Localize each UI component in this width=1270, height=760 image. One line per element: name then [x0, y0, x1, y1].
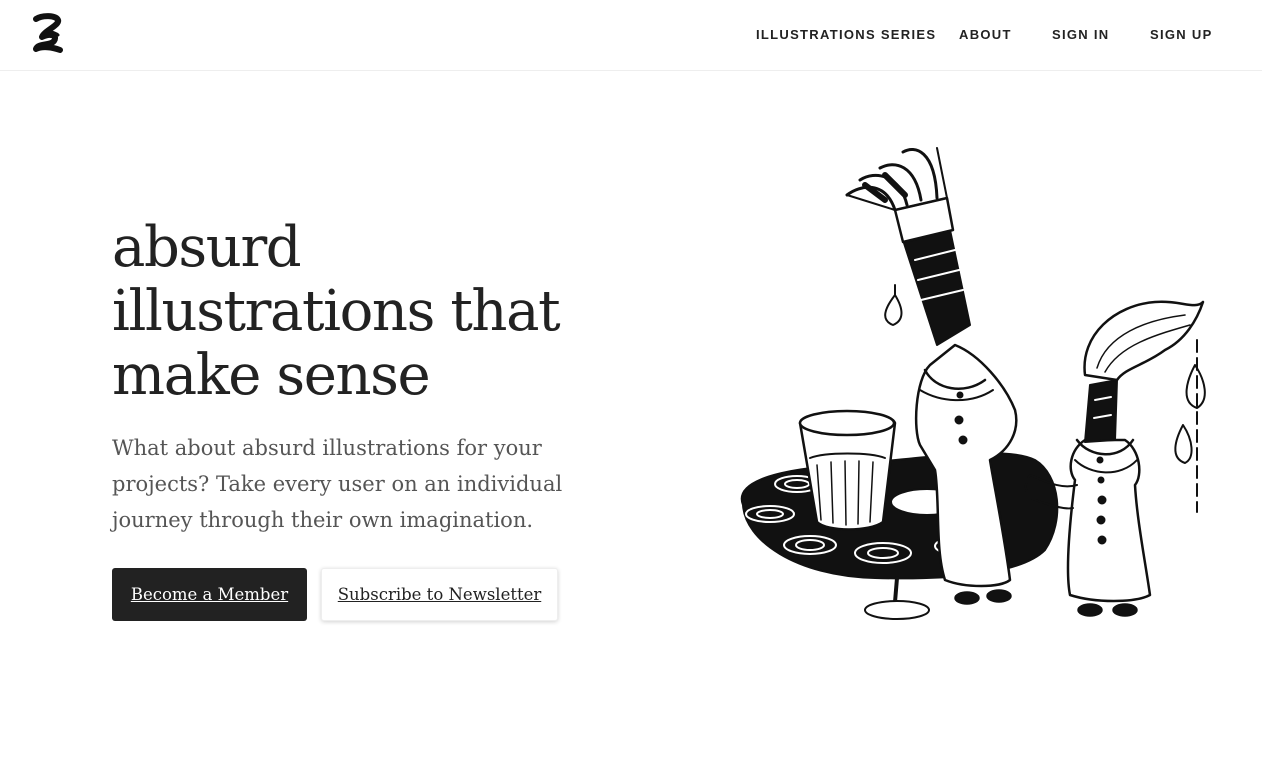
- hero-illustration: [725, 140, 1225, 630]
- hero-title-line-1: absurd: [112, 215, 302, 280]
- nav-sign-in[interactable]: SIGN IN: [1052, 27, 1110, 42]
- nav-sign-up[interactable]: SIGN UP: [1150, 27, 1213, 42]
- hero-title: absurd illustrations that make sense: [112, 216, 632, 408]
- become-member-button[interactable]: Become a Member: [112, 568, 307, 621]
- subscribe-newsletter-button[interactable]: Subscribe to Newsletter: [321, 568, 558, 621]
- hero-description: What about absurd illustrations for your…: [112, 436, 563, 532]
- hero-title-line-3: make sense: [112, 343, 431, 408]
- nav-about[interactable]: ABOUT: [959, 27, 1012, 42]
- logo-icon[interactable]: [30, 13, 66, 55]
- top-navigation-bar: ILLUSTRATIONS SERIES ABOUT SIGN IN SIGN …: [0, 0, 1262, 71]
- nav-illustrations-series[interactable]: ILLUSTRATIONS SERIES: [756, 27, 936, 42]
- hero-title-line-2: illustrations that: [112, 279, 561, 344]
